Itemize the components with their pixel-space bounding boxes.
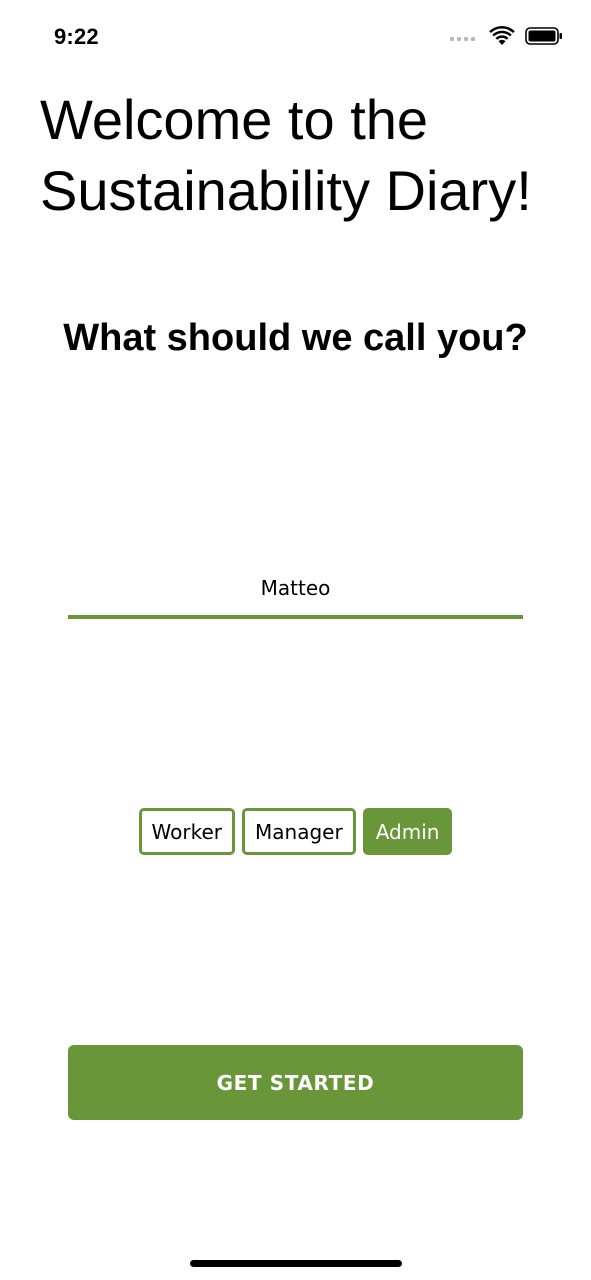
role-button-manager[interactable]: Manager	[242, 808, 356, 855]
input-underline	[68, 615, 523, 619]
name-input[interactable]	[68, 560, 523, 615]
wifi-icon	[489, 26, 515, 51]
name-field	[68, 560, 523, 620]
page-title: Welcome to the Sustainability Diary!	[40, 88, 532, 222]
role-button-admin[interactable]: Admin	[362, 808, 453, 855]
status-bar: 9:22	[0, 0, 591, 76]
signal-icon	[450, 36, 475, 41]
status-time: 9:22	[54, 24, 99, 49]
get-started-button[interactable]: GET STARTED	[68, 1045, 523, 1120]
role-button-worker[interactable]: Worker	[138, 808, 236, 855]
home-indicator[interactable]	[190, 1260, 402, 1267]
battery-icon	[525, 26, 563, 51]
status-icons	[450, 26, 563, 51]
role-selector: Worker Manager Admin	[0, 808, 591, 855]
name-question: What should we call you?	[63, 317, 528, 359]
